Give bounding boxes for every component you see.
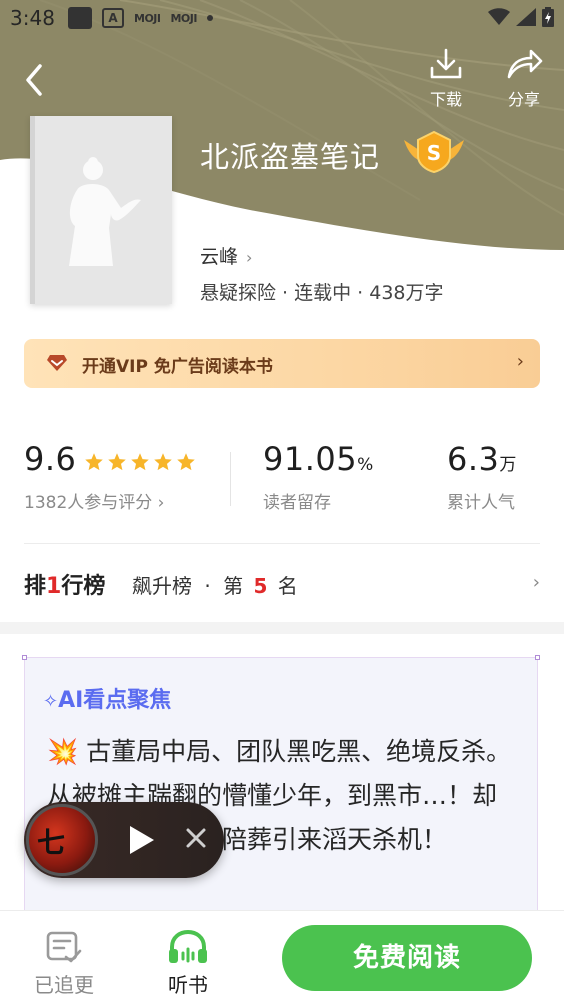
ranking-board: 飙升榜 <box>132 574 192 598</box>
notification-icons: A MOJI MOJI <box>68 7 213 29</box>
s-badge-icon: S <box>404 130 464 174</box>
book-meta: 悬疑探险 · 连载中 · 438万字 <box>200 282 444 304</box>
retention-stat: 91.05% 读者留存 <box>263 440 373 513</box>
share-label: 分享 <box>507 90 540 109</box>
close-icon[interactable] <box>184 826 208 850</box>
ranking-suffix: 名 <box>277 574 298 598</box>
retention-label: 读者留存 <box>263 493 331 513</box>
popularity-value: 6.3 <box>447 440 500 478</box>
rating-count-link[interactable]: 1382人参与评分 › <box>24 488 164 513</box>
chevron-right-icon: › <box>516 351 524 372</box>
ranking-title: 排1行榜 <box>24 568 105 600</box>
followed-label: 已追更 <box>34 973 94 997</box>
divider <box>230 452 231 506</box>
selection-handle <box>22 655 27 660</box>
chevron-right-icon: › <box>246 248 253 267</box>
author-link[interactable]: 云峰 › <box>200 242 252 269</box>
play-icon[interactable] <box>126 824 156 856</box>
battery-icon <box>542 7 554 27</box>
ai-focus-card[interactable]: ✧AI看点聚焦 💥 古董局中局、团队黑吃黑、绝境反杀。从被摊主踹翻的懵懂少年，到… <box>22 655 540 917</box>
free-read-button[interactable]: 免费阅读 <box>282 925 532 991</box>
star-icon <box>154 453 172 471</box>
listen-label: 听书 <box>168 973 208 997</box>
ai-sparkle-icon: ✧ <box>43 691 59 712</box>
book-header: 3:48 A MOJI MOJI 下载 分享 北派盗墓笔记 S 云峰 › 悬疑探… <box>0 0 564 330</box>
retention-value: 91.05 <box>263 440 358 478</box>
ai-focus-title-text: AI看点聚焦 <box>58 688 172 713</box>
audio-cover-art[interactable]: 七 <box>26 804 98 876</box>
ranking-title-part: 行榜 <box>61 574 106 599</box>
s-level-badge: S <box>402 130 466 178</box>
bottom-action-bar: 已追更 听书 免费阅读 <box>0 910 564 1004</box>
explosion-icon: 💥 <box>47 737 79 766</box>
ranking-separator: · <box>204 574 211 598</box>
status-bar: 3:48 A MOJI MOJI <box>0 0 564 38</box>
a-icon: A <box>102 8 124 28</box>
followed-button[interactable]: 已追更 <box>24 929 104 998</box>
chevron-right-icon: › <box>532 572 540 593</box>
retention-unit: % <box>357 455 374 475</box>
moji-icon: MOJI <box>170 11 197 25</box>
audio-mini-player[interactable]: 七 <box>24 802 224 878</box>
wifi-icon <box>488 8 510 25</box>
download-icon <box>430 48 462 79</box>
status-time: 3:48 <box>10 6 55 30</box>
author-name: 云峰 <box>200 246 239 268</box>
chevron-left-icon <box>26 64 42 96</box>
star-icon <box>131 453 149 471</box>
section-separator <box>0 622 564 634</box>
ranking-info: 飙升榜 · 第 5 名 <box>132 570 298 599</box>
ranking-position: 5 <box>253 574 268 598</box>
ranking-title-accent: 1 <box>46 574 62 599</box>
back-button[interactable] <box>18 60 54 100</box>
app-square-icon <box>68 7 92 29</box>
moji-icon: MOJI <box>134 11 161 25</box>
divider <box>24 543 540 544</box>
share-button[interactable]: 分享 <box>494 48 554 110</box>
star-rating <box>84 452 196 472</box>
download-label: 下载 <box>429 90 462 109</box>
follow-check-icon <box>46 931 82 963</box>
download-button[interactable]: 下载 <box>416 48 476 110</box>
ai-focus-title: ✧AI看点聚焦 <box>43 682 171 714</box>
dot-icon <box>206 15 213 21</box>
popularity-unit: 万 <box>499 455 517 475</box>
selection-handle <box>535 655 540 660</box>
signal-icon <box>516 8 536 26</box>
ranking-prefix: 第 <box>223 574 244 598</box>
star-icon <box>85 453 103 471</box>
book-cover[interactable] <box>30 116 172 304</box>
audio-cover-char: 七 <box>37 826 66 859</box>
popularity-label: 累计人气 <box>447 493 515 513</box>
system-icons <box>488 7 554 27</box>
rating-stat: 9.6 1382人参与评分 › <box>24 440 164 513</box>
book-title: 北派盗墓笔记 <box>200 140 381 174</box>
share-icon <box>507 49 543 79</box>
diamond-icon <box>47 355 67 371</box>
listen-button[interactable]: 听书 <box>148 929 228 998</box>
headphones-icon <box>169 929 207 963</box>
star-icon <box>177 453 195 471</box>
ranking-title-part: 排 <box>24 574 47 599</box>
placeholder-figure-icon <box>69 157 141 266</box>
vip-banner-text: 开通VIP 免广告阅读本书 <box>82 357 273 377</box>
popularity-stat: 6.3万 累计人气 <box>447 440 516 513</box>
star-icon <box>108 453 126 471</box>
vip-banner[interactable]: 开通VIP 免广告阅读本书 › <box>24 339 540 388</box>
s-badge-letter: S <box>427 141 441 165</box>
